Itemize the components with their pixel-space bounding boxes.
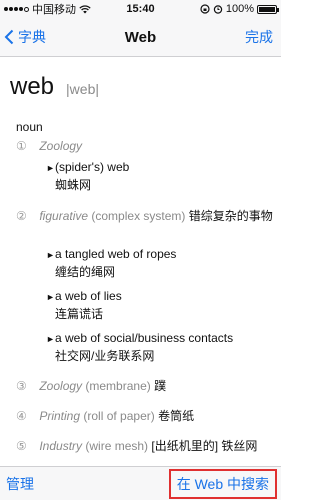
sense-label: Zoology: [39, 139, 83, 153]
example: ►(spider's) web 蜘蛛网: [46, 159, 129, 194]
search-web-button[interactable]: 在 Web 中搜索: [168, 468, 277, 499]
done-button[interactable]: 完成: [245, 18, 273, 56]
sense-context: (complex system): [91, 209, 186, 223]
dictionary-entry: web |web| noun ① Zoology ►(spider's) web…: [0, 57, 281, 466]
sense-number: ④: [16, 409, 27, 423]
sense-translation: 卷筒纸: [158, 409, 195, 423]
sense-label: figurative: [39, 209, 89, 223]
battery-percent: 100%: [225, 3, 254, 15]
battery-icon: [257, 4, 279, 14]
back-label: 字典: [18, 29, 46, 45]
sense-1: ① Zoology: [16, 138, 273, 155]
back-button[interactable]: 字典: [4, 18, 46, 56]
signal-icon: [4, 6, 29, 12]
example-en: a tangled web of ropes: [55, 247, 177, 261]
example: ►a web of lies 连篇谎话: [46, 288, 122, 323]
wifi-icon: [79, 4, 91, 13]
sense-label: Printing: [39, 409, 81, 423]
status-right: 100%: [200, 3, 279, 15]
sense-label: Industry: [39, 439, 83, 453]
bullet-icon: ►: [46, 334, 55, 344]
part-of-speech: noun: [16, 120, 43, 134]
sense-translation: 蹼: [154, 379, 167, 393]
sense-3: ③ Zoology (membrane) 蹼: [16, 378, 273, 395]
pronunciation: |web|: [66, 81, 99, 97]
status-bar: 中国移动 15:40 100%: [0, 0, 281, 18]
screen: 中国移动 15:40 100% 字典 Web 完成 web |web| noun…: [0, 0, 281, 500]
example-en: (spider's) web: [55, 160, 130, 174]
example: ►a web of social/business contacts 社交网/业…: [46, 330, 233, 365]
example: ►a tangled web of ropes 缠结的绳网: [46, 246, 176, 281]
alarm-icon: [213, 5, 223, 14]
example-zh: 蜘蛛网: [55, 178, 92, 192]
example-en: a web of social/business contacts: [55, 331, 234, 345]
sense-number: ①: [16, 139, 27, 153]
chevron-left-icon: [4, 29, 14, 45]
sense-translation: 错综复杂的事物: [188, 209, 273, 223]
headword-row: web |web|: [10, 73, 99, 101]
status-left: 中国移动: [4, 1, 91, 17]
sense-number: ③: [16, 379, 27, 393]
example-zh: 社交网/业务联系网: [55, 349, 155, 363]
bullet-icon: ►: [46, 250, 55, 260]
sense-context: (wire mesh): [85, 439, 149, 453]
sense-label: Zoology: [39, 379, 83, 393]
example-zh: 缠结的绳网: [55, 265, 116, 279]
nav-bar: 字典 Web 完成: [0, 18, 281, 57]
sense-context: (roll of paper): [83, 409, 155, 423]
headword: web: [10, 73, 55, 100]
bullet-icon: ►: [46, 163, 55, 173]
sense-number: ②: [16, 209, 27, 223]
carrier-label: 中国移动: [32, 4, 76, 16]
example-en: a web of lies: [55, 289, 122, 303]
rotation-lock-icon: [200, 4, 210, 14]
manage-button[interactable]: 管理: [6, 474, 34, 494]
example-zh: 连篇谎话: [55, 307, 104, 321]
sense-5: ⑤ Industry (wire mesh) [出纸机里的] 铁丝网: [16, 438, 273, 455]
bullet-icon: ►: [46, 292, 55, 302]
sense-2: ② figurative (complex system) 错综复杂的事物: [16, 208, 273, 225]
sense-number: ⑤: [16, 439, 27, 453]
sense-context: (membrane): [85, 379, 151, 393]
sense-4: ④ Printing (roll of paper) 卷筒纸: [16, 408, 273, 425]
sense-translation: [出纸机里的] 铁丝网: [151, 439, 258, 453]
bottom-toolbar: 管理 在 Web 中搜索: [0, 466, 281, 500]
page-title: Web: [124, 28, 157, 46]
